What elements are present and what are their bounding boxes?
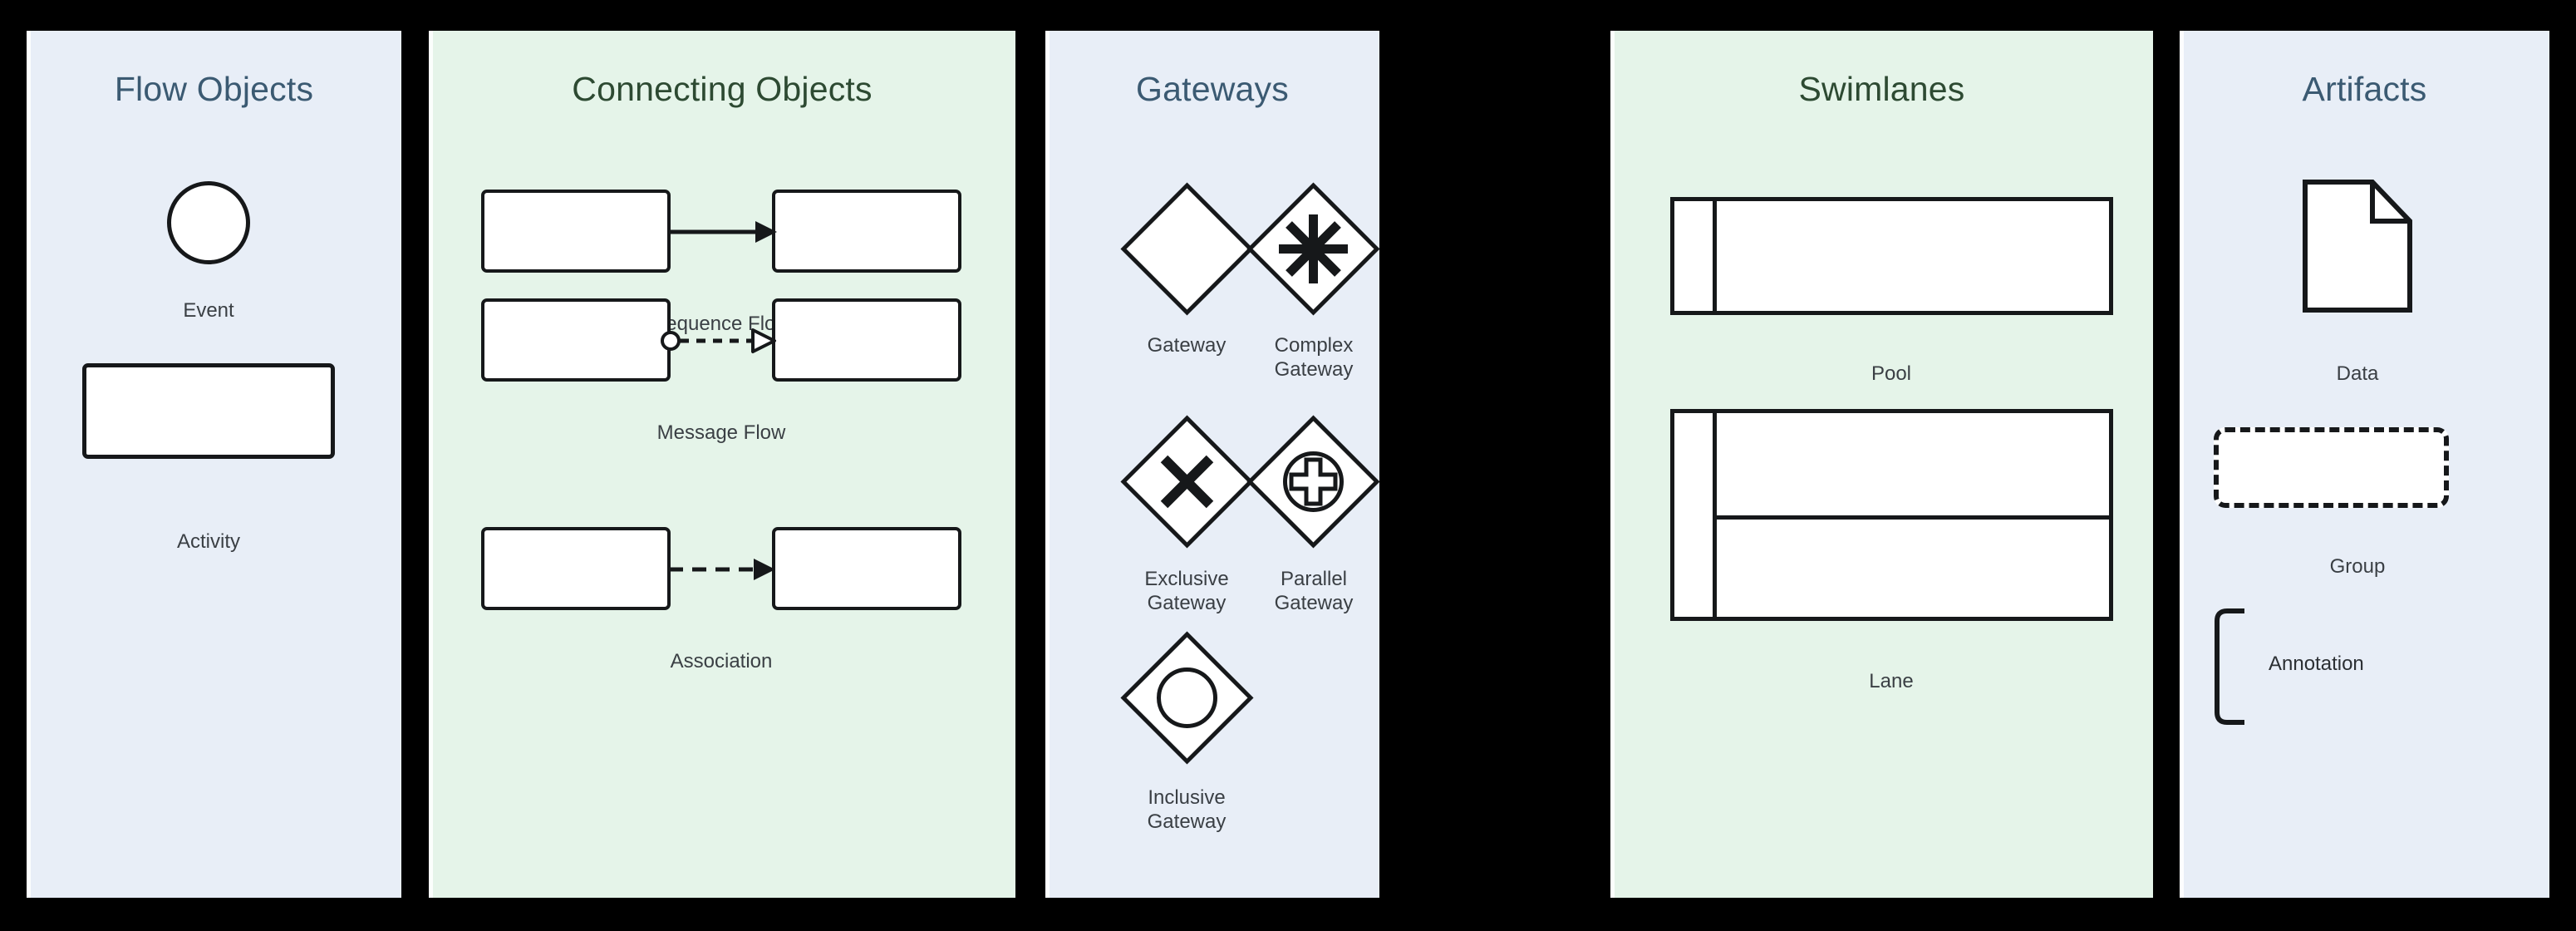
shape-association-target-box <box>772 527 961 610</box>
panel-flow-objects: Flow Objects Event Activity <box>27 31 401 898</box>
shape-parallel-gateway-diamond <box>1246 415 1379 549</box>
bpmn-notation-poster: Flow Objects Event Activity Connecting O… <box>0 0 2576 931</box>
pool-header-divider <box>1713 201 1717 311</box>
panel-swimlanes: Swimlanes Pool Lane <box>1610 31 2153 898</box>
label-event: Event <box>183 299 234 322</box>
shape-pool <box>1670 197 2113 315</box>
lane-row-divider <box>1713 515 2109 520</box>
panel-title-flow-objects: Flow Objects <box>114 70 314 108</box>
shape-association-source-box <box>481 527 671 610</box>
label-data: Data <box>2336 362 2379 385</box>
label-group: Group <box>2329 555 2386 578</box>
shape-event-circle <box>167 181 250 264</box>
panel-title-connecting-objects: Connecting Objects <box>572 70 873 108</box>
label-pool: Pool <box>1871 362 1912 385</box>
shape-annotation-bracket-icon <box>2215 608 2244 725</box>
shape-sequence-flow-source-box <box>481 190 671 273</box>
shape-activity-rectangle <box>82 363 335 459</box>
panel-title-artifacts: Artifacts <box>2302 70 2427 108</box>
panel-artifacts: Artifacts Data Group Annotation <box>2180 31 2549 898</box>
shape-gateway-diamond <box>1120 182 1254 316</box>
panel-title-swimlanes: Swimlanes <box>1798 70 1965 108</box>
label-parallel-gateway: Parallel Gateway <box>1274 568 1354 614</box>
panel-gateways: Gateways Gateway Complex Gateway Exclusi… <box>1045 31 1379 898</box>
shape-sequence-flow-target-box <box>772 190 961 273</box>
label-association: Association <box>670 650 773 672</box>
shape-inclusive-gateway-diamond <box>1120 631 1254 765</box>
label-message-flow: Message Flow <box>656 421 786 444</box>
panel-title-gateways: Gateways <box>1136 70 1289 108</box>
shape-exclusive-gateway-diamond <box>1120 415 1254 549</box>
shape-message-flow-source-box <box>481 298 671 382</box>
shape-message-flow-target-box <box>772 298 961 382</box>
label-annotation: Annotation <box>2269 653 2364 675</box>
panel-connecting-objects: Connecting Objects Sequence Flow Message… <box>429 31 1015 898</box>
label-inclusive-gateway: Inclusive Gateway <box>1147 786 1227 833</box>
label-lane: Lane <box>1869 670 1914 692</box>
label-complex-gateway: Complex Gateway <box>1274 334 1354 381</box>
label-activity: Activity <box>176 530 240 553</box>
sequence-flow-connector-icon <box>669 221 777 243</box>
shape-complex-gateway-diamond <box>1246 182 1379 316</box>
message-flow-connector-icon <box>661 328 776 353</box>
association-connector-icon <box>669 559 775 580</box>
shape-data-document-icon <box>2303 180 2412 313</box>
shape-group-dashed-rectangle <box>2214 427 2449 508</box>
shape-lane <box>1670 409 2113 621</box>
